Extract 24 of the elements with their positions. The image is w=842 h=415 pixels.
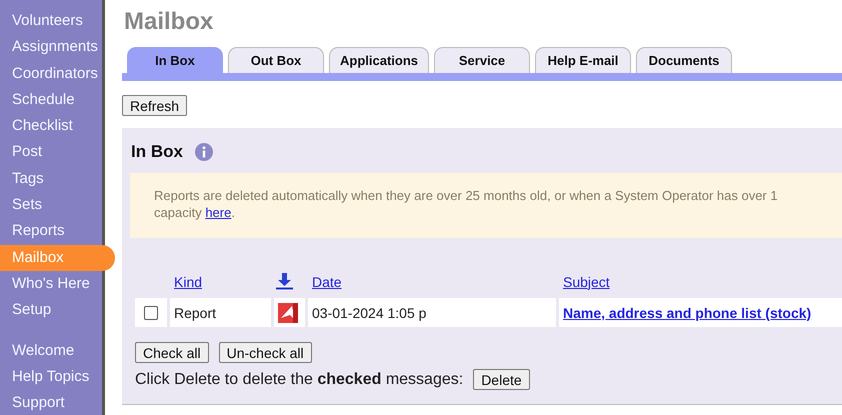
date-column-header[interactable]: Date	[308, 274, 556, 290]
page-title: Mailbox	[124, 8, 214, 36]
subject-column-header[interactable]: Subject	[559, 274, 842, 290]
instruction-text: Click Delete to delete the checked messages:	[135, 370, 464, 388]
refresh-button[interactable]: Refresh	[122, 95, 188, 116]
delete-button[interactable]: Delete	[473, 369, 530, 390]
table-cell: Report	[170, 298, 271, 327]
download-icon[interactable]	[276, 273, 293, 290]
uncheck-all-button[interactable]: Un-check all	[218, 342, 312, 363]
tab[interactable]: Out Box	[228, 47, 324, 73]
notice-text: Reports are deleted automatically when they are over 25 months old, or when a System Operator has over 1 capacity here.	[154, 187, 779, 221]
kind-column-header[interactable]: Kind	[170, 274, 271, 290]
pdf-icon	[278, 302, 298, 322]
tab[interactable]: Service	[434, 47, 530, 73]
table-cell: 03-01-2024 1:05 p	[308, 298, 556, 327]
panel-heading: In Box	[131, 142, 183, 162]
tab[interactable]: Help E-mail	[535, 47, 632, 73]
tab[interactable]: Documents	[636, 47, 732, 73]
tab[interactable]: In Box	[127, 47, 223, 73]
check-all-button[interactable]: Check all	[135, 342, 209, 363]
here-link[interactable]: here	[205, 205, 232, 220]
info-icon[interactable]	[194, 143, 213, 161]
row-checkbox[interactable]	[144, 306, 158, 320]
tab[interactable]: Applications	[329, 47, 430, 73]
